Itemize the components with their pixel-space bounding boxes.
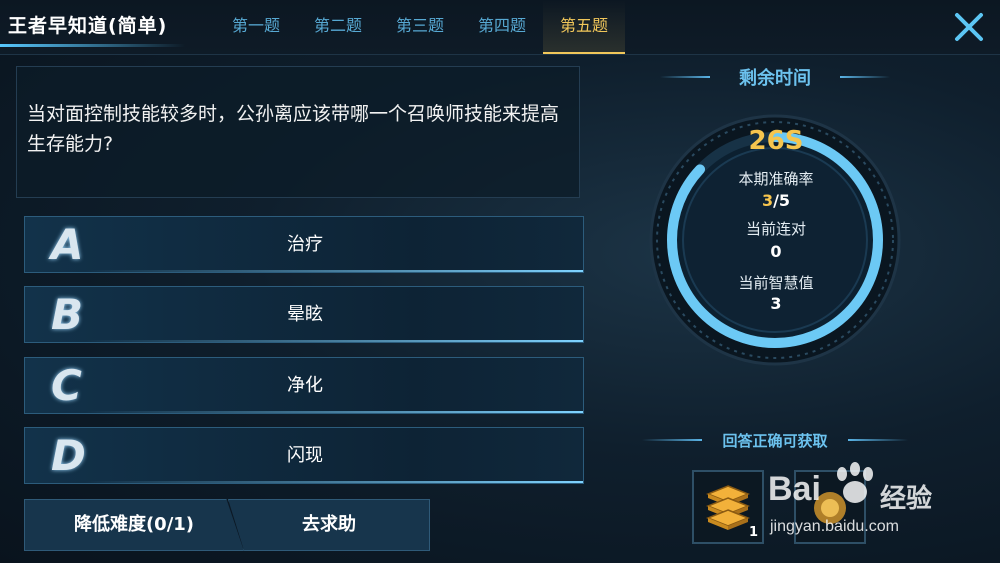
time-remaining-header: 剩余时间	[739, 68, 811, 89]
lower-difficulty-label: 降低难度(0/1)	[73, 514, 195, 535]
accuracy-correct: 3	[761, 191, 774, 210]
watermark-url: jingyan.baidu.com	[770, 518, 899, 535]
wisdom-value: 3	[770, 294, 782, 313]
tab-question-2[interactable]: 第二题	[297, 0, 379, 54]
option-label: 闪现	[287, 445, 323, 466]
lower-difficulty-button[interactable]: 降低难度(0/1)	[24, 499, 244, 551]
ask-help-label: 去求助	[302, 514, 356, 535]
option-d[interactable]: D 闪现	[24, 427, 584, 484]
reward-header: 回答正确可获取	[722, 432, 828, 450]
option-c[interactable]: C 净化	[24, 357, 584, 414]
question-tabs: 第一题 第二题 第三题 第四题 第五题	[215, 0, 625, 54]
page-title: 王者早知道(简单)	[8, 15, 168, 37]
streak-label: 当前连对	[745, 220, 806, 238]
accuracy-label: 本期准确率	[738, 170, 814, 188]
tab-question-4[interactable]: 第四题	[461, 0, 543, 54]
tab-question-3[interactable]: 第三题	[379, 0, 461, 54]
option-a[interactable]: A 治疗	[24, 216, 584, 273]
reward-count: 1	[748, 525, 758, 540]
watermark-logo: Bai	[768, 470, 821, 508]
tab-question-5[interactable]: 第五题	[543, 0, 625, 54]
option-label: 晕眩	[287, 304, 323, 325]
title-underline	[0, 44, 185, 47]
question-text: 当对面控制技能较多时，公孙离应该带哪一个召唤师技能来提高生存能力?	[27, 103, 560, 155]
tab-question-1[interactable]: 第一题	[215, 0, 297, 54]
close-icon[interactable]	[950, 8, 988, 46]
header-decoration	[840, 76, 890, 78]
streak-value: 0	[770, 242, 782, 261]
top-bar: 王者早知道(简单) 第一题 第二题 第三题 第四题 第五题	[0, 0, 1000, 55]
ask-help-button[interactable]: 去求助	[228, 499, 430, 551]
reward-slot-1[interactable]: 1	[692, 470, 764, 544]
watermark-logo-cn: 经验	[880, 484, 933, 514]
option-label: 净化	[287, 375, 323, 396]
accuracy-total: /5	[773, 191, 791, 210]
header-decoration	[848, 439, 908, 441]
paw-icon	[837, 462, 873, 503]
question-panel: 当对面控制技能较多时，公孙离应该带哪一个召唤师技能来提高生存能力?	[16, 66, 580, 198]
wisdom-label: 当前智慧值	[738, 274, 814, 292]
option-b[interactable]: B 晕眩	[24, 286, 584, 343]
header-decoration	[642, 439, 702, 441]
option-label: 治疗	[287, 234, 323, 255]
countdown-value: 26S	[748, 126, 804, 156]
accuracy-value: 3/5	[716, 191, 836, 210]
